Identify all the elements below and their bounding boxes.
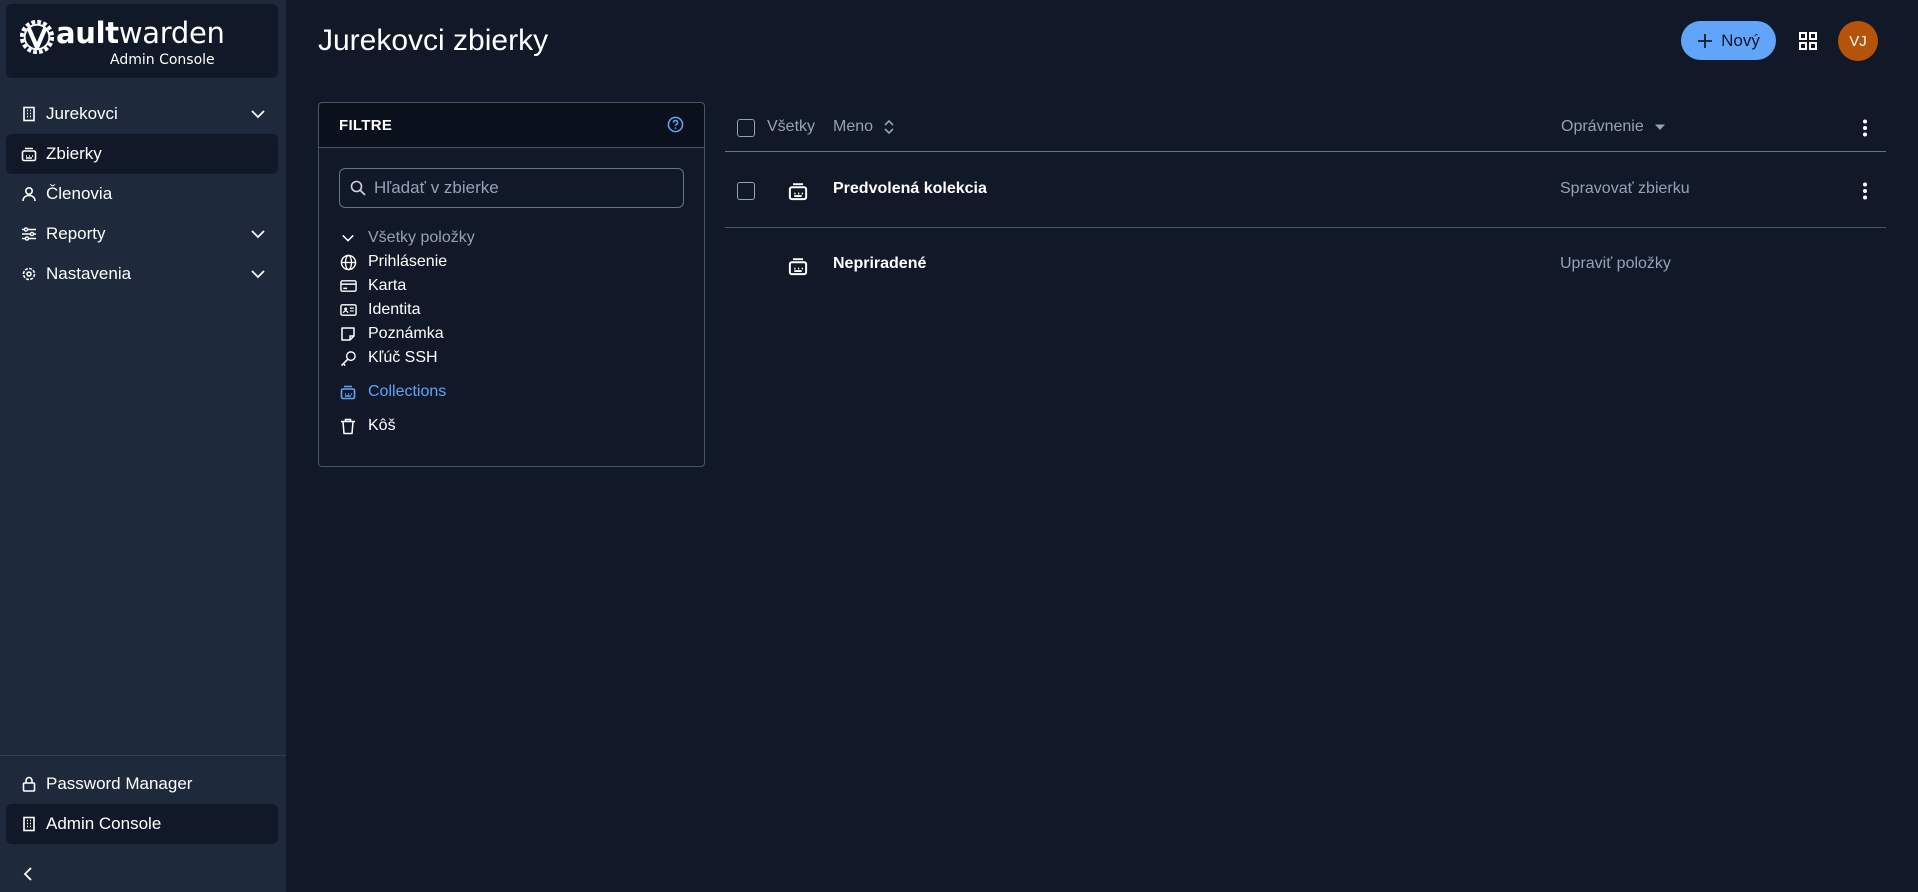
filter-header: FILTRE	[319, 103, 704, 148]
column-name-label: Meno	[833, 118, 874, 135]
page-title: Jurekovci zbierky	[318, 24, 549, 57]
logo-subtitle: Admin Console	[110, 52, 215, 68]
sidebar-item-label: Reporty	[46, 224, 106, 243]
search-input[interactable]	[374, 178, 674, 198]
help-icon[interactable]	[667, 116, 684, 133]
sidebar-divider	[0, 755, 286, 756]
collection-icon	[788, 258, 808, 276]
building-icon	[23, 816, 35, 832]
sidebar-item-zbierky[interactable]: Zbierky	[6, 134, 278, 174]
id-card-icon	[339, 304, 357, 316]
filter-panel: FILTRE Všetky položky Prihlásenie Karta …	[318, 102, 705, 467]
sidebar-item-reporty[interactable]: Reporty	[6, 214, 278, 254]
chevron-down-icon[interactable]	[250, 266, 266, 282]
lock-icon	[22, 776, 36, 792]
filter-type-ssh-key[interactable]: Kľúč SSH	[339, 347, 438, 369]
card-icon	[339, 280, 357, 292]
filter-type-login[interactable]: Prihlásenie	[339, 251, 447, 273]
column-permission-label: Oprávnenie	[1561, 118, 1644, 135]
gear-v-logo-icon	[19, 19, 55, 55]
filter-trash-label: Kôš	[368, 417, 396, 434]
filter-type-label: Identita	[368, 301, 421, 318]
sidebar-item-label: Zbierky	[46, 144, 102, 163]
gear-icon	[22, 267, 36, 281]
column-name-header[interactable]: Meno	[833, 118, 895, 136]
filter-all-items[interactable]: Všetky položky	[339, 227, 475, 249]
sidebar-item-label: Admin Console	[46, 814, 162, 833]
collection-search[interactable]	[339, 168, 684, 208]
more-options-icon[interactable]	[1863, 182, 1867, 200]
chevron-down-icon[interactable]	[250, 106, 266, 122]
table-header: Všetky Meno Oprávnenie	[725, 104, 1886, 152]
person-icon	[22, 186, 36, 202]
note-icon	[341, 327, 355, 341]
sidebar: aultwarden Admin Console Jurekovci Zbier…	[0, 0, 286, 892]
avatar[interactable]: VJ	[1838, 21, 1878, 61]
plus-icon	[1698, 33, 1713, 48]
chevron-down-icon[interactable]	[250, 226, 266, 242]
key-icon	[340, 350, 356, 366]
building-icon	[23, 106, 35, 122]
filter-type-label: Karta	[368, 277, 407, 294]
filter-collections-label: Collections	[368, 383, 447, 400]
sidebar-item-password-manager[interactable]: Password Manager	[6, 764, 278, 804]
sidebar-item-label: Nastavenia	[46, 264, 132, 283]
sidebar-item-nastavenia[interactable]: Nastavenia	[6, 254, 278, 294]
select-all-label: Všetky	[767, 118, 816, 135]
search-icon	[350, 180, 366, 196]
logo-wordmark: aultwarden	[56, 16, 225, 50]
filter-collections[interactable]: Collections	[339, 381, 446, 403]
sliders-icon	[22, 227, 36, 241]
new-button[interactable]: Nový	[1681, 21, 1776, 60]
filter-type-card[interactable]: Karta	[339, 275, 406, 297]
app-switcher-icon[interactable]	[1798, 31, 1818, 51]
sidebar-item-admin-console[interactable]: Admin Console	[6, 804, 278, 844]
sidebar-item-clenovia[interactable]: Členovia	[6, 174, 278, 214]
collection-permission: Spravovať zbierku	[1560, 180, 1690, 197]
vaultwarden-logo[interactable]: aultwarden Admin Console	[6, 4, 278, 78]
filter-type-note[interactable]: Poznámka	[339, 323, 444, 345]
sidebar-item-label: Členovia	[46, 184, 113, 203]
filter-type-label: Kľúč SSH	[368, 349, 438, 366]
select-all-checkbox[interactable]	[737, 119, 755, 137]
filter-trash[interactable]: Kôš	[339, 415, 396, 437]
collection-name[interactable]: Predvolená kolekcia	[833, 180, 987, 198]
collection-icon	[21, 147, 37, 162]
more-options-icon[interactable]	[1863, 119, 1867, 137]
globe-icon	[340, 254, 356, 270]
collection-name[interactable]: Nepriradené	[833, 255, 926, 273]
collection-icon	[340, 385, 356, 400]
chevron-down-icon[interactable]	[341, 231, 355, 245]
sidebar-item-label: Jurekovci	[46, 104, 118, 123]
filter-all-items-label: Všetky položky	[368, 229, 475, 246]
sort-icon[interactable]	[883, 118, 895, 136]
collection-permission: Upraviť položky	[1560, 255, 1671, 272]
collection-icon	[788, 183, 808, 201]
column-permission-header[interactable]: Oprávnenie	[1561, 118, 1666, 136]
caret-down-icon[interactable]	[1654, 123, 1666, 131]
filter-title: FILTRE	[339, 116, 393, 134]
table-row[interactable]: Nepriradené Upraviť položky	[725, 228, 1886, 303]
filter-type-label: Prihlásenie	[368, 253, 448, 270]
filter-type-identity[interactable]: Identita	[339, 299, 420, 321]
sidebar-item-jurekovci[interactable]: Jurekovci	[6, 94, 278, 134]
filter-type-label: Poznámka	[368, 325, 444, 342]
row-checkbox[interactable]	[737, 182, 755, 200]
trash-icon	[341, 418, 355, 434]
table-row[interactable]: Predvolená kolekcia Spravovať zbierku	[725, 153, 1886, 228]
collapse-sidebar-icon[interactable]	[20, 866, 36, 882]
new-button-label: Nový	[1721, 30, 1760, 50]
sidebar-item-label: Password Manager	[46, 774, 193, 793]
